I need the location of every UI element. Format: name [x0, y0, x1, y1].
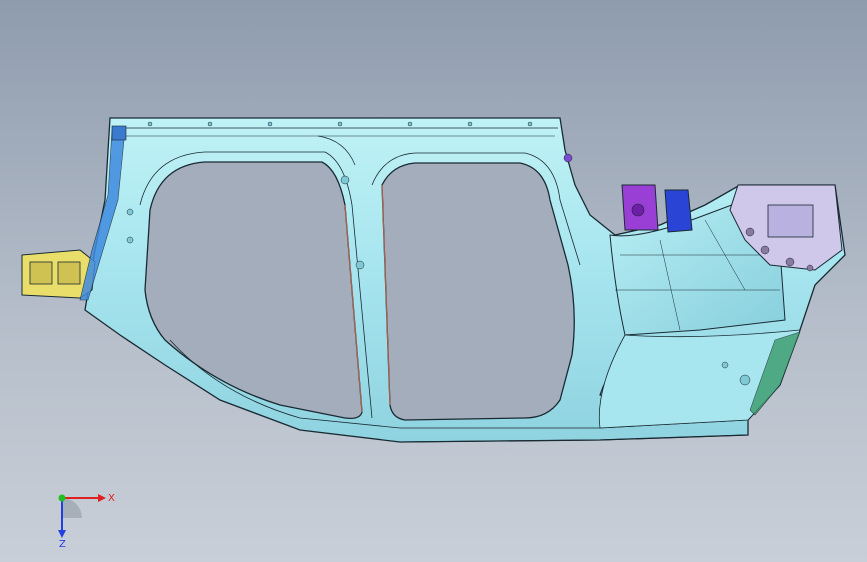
triad-shade — [62, 498, 82, 518]
y-axis-dot-icon — [58, 494, 66, 502]
x-axis-label: X — [108, 493, 115, 504]
3d-viewport[interactable]: X Z — [0, 0, 867, 562]
x-axis-arrow-icon — [98, 494, 106, 502]
blue-bracket — [664, 189, 693, 233]
coordinate-triad: X Z — [58, 493, 115, 548]
body-side-panel-model[interactable] — [0, 0, 867, 562]
rear-door-opening — [381, 162, 575, 421]
z-axis-arrow-icon — [58, 530, 66, 538]
z-axis-label: Z — [59, 539, 66, 548]
front-door-opening — [144, 161, 363, 420]
